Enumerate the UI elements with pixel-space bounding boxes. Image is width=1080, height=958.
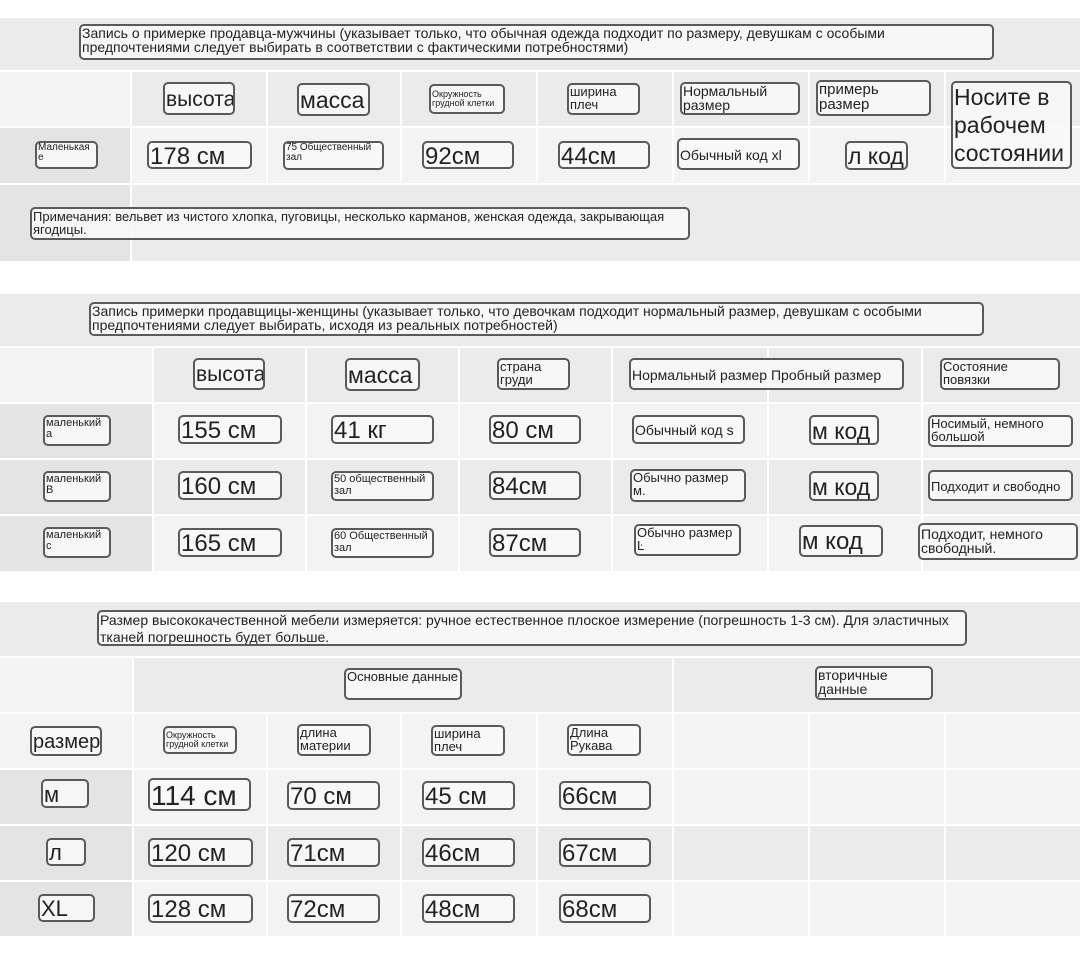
size-section-title: Размер высококачественной мебели измеряе… — [97, 610, 967, 646]
size-row-shoulder: 46см — [422, 838, 515, 867]
female-header-height: высота — [193, 358, 265, 390]
female-row-height: 155 см — [178, 415, 282, 444]
female-section-title: Запись примерки продавщицы-женщины (указ… — [89, 302, 984, 336]
size-row-sleeve: 67см — [559, 838, 651, 867]
female-row-height: 160 см — [178, 471, 282, 500]
female-header-sizes: Нормальный размер Пробный размер — [629, 358, 904, 390]
female-header-corner — [0, 348, 152, 402]
male-note: Примечания: вельвет из чистого хлопка, п… — [30, 207, 690, 240]
male-row-chest: 92см — [422, 141, 514, 169]
female-row-name: маленький с — [43, 527, 111, 558]
female-row-state: Подходит и свободно — [928, 470, 1073, 501]
size-header-length: длина материи — [297, 724, 371, 756]
female-row-state: Подходит, немного свободный. — [918, 523, 1078, 560]
male-section-title: Запись о примерке продавца-мужчины (указ… — [79, 24, 994, 60]
size-group-basic: Основные данные — [344, 668, 462, 700]
male-row-shoulder: 44см — [558, 141, 650, 169]
size-row-sleeve: 66см — [559, 781, 651, 810]
male-header-try-size: примерь размер — [816, 80, 931, 116]
female-row-normal-size: Обычно размер Ŀ — [634, 524, 741, 556]
male-header-normal-size: Нормальный размер — [680, 82, 800, 115]
size-header-chest: Окружность грудной клетки — [163, 726, 237, 754]
size-row-chest: 120 см — [148, 838, 253, 867]
size-row-size: XL — [38, 894, 95, 922]
female-row-weight: 60 Общественный зал — [331, 528, 434, 558]
size-header-shoulder: ширина плеч — [431, 725, 505, 756]
female-row-state: Носимый, немного большой — [928, 415, 1073, 447]
male-row-height: 178 см — [147, 141, 252, 169]
male-header-weight: масса — [297, 83, 370, 116]
male-header-shoulder: ширина плеч — [567, 83, 640, 115]
size-row-length: 70 см — [287, 781, 380, 810]
size-header-row — [0, 714, 1080, 768]
male-header-corner — [0, 72, 130, 126]
female-header-chest: страна груди — [497, 358, 570, 390]
female-row-weight: 41 кг — [331, 415, 434, 444]
female-header-weight: масса — [345, 358, 420, 391]
male-header-height: высота — [163, 82, 235, 115]
size-row-size: м — [41, 779, 89, 808]
male-row-normal-size: Обычный код xl — [677, 138, 800, 170]
size-row-size: л — [46, 838, 86, 866]
female-header-bandage-state: Состояние повязки — [940, 358, 1060, 390]
female-row-name: маленький а — [43, 415, 111, 446]
female-row-name: маленький В — [43, 471, 111, 502]
size-header-sleeve: Длина Рукава — [567, 724, 641, 756]
female-row-normal-size: Обычно размер м. — [630, 469, 746, 502]
size-header-size: размер — [30, 726, 102, 756]
male-row-weight: 75 Общественный зал — [283, 141, 384, 170]
size-row-sleeve: 68см — [559, 894, 651, 923]
size-row-length: 71см — [287, 838, 380, 867]
size-group-secondary: вторичные данные — [815, 666, 933, 700]
female-row-chest: 84см — [489, 471, 581, 500]
male-header-chest: Окружность грудной клетки — [429, 84, 505, 114]
female-row-chest: 80 см — [489, 415, 581, 444]
female-row-try-size: м код — [809, 471, 879, 501]
size-row-shoulder: 48см — [422, 894, 515, 923]
female-row-chest: 87см — [489, 528, 581, 557]
size-row-shoulder: 45 см — [422, 781, 515, 810]
female-row-try-size: м код — [809, 415, 879, 445]
female-row-try-size: м код — [799, 525, 883, 557]
male-header-wear-state: Носите в рабочем состоянии — [951, 81, 1072, 169]
size-row-chest: 128 см — [148, 894, 253, 923]
male-row-try-size: л код — [845, 141, 908, 170]
size-row-chest: 114 см — [148, 778, 251, 811]
female-row-normal-size: Обычный код s — [632, 415, 745, 444]
female-row-weight: 50 общественный зал — [331, 471, 434, 501]
male-row-name: Маленькая е — [35, 141, 98, 169]
female-row-height: 165 см — [178, 528, 282, 557]
size-row-length: 72см — [287, 894, 380, 923]
